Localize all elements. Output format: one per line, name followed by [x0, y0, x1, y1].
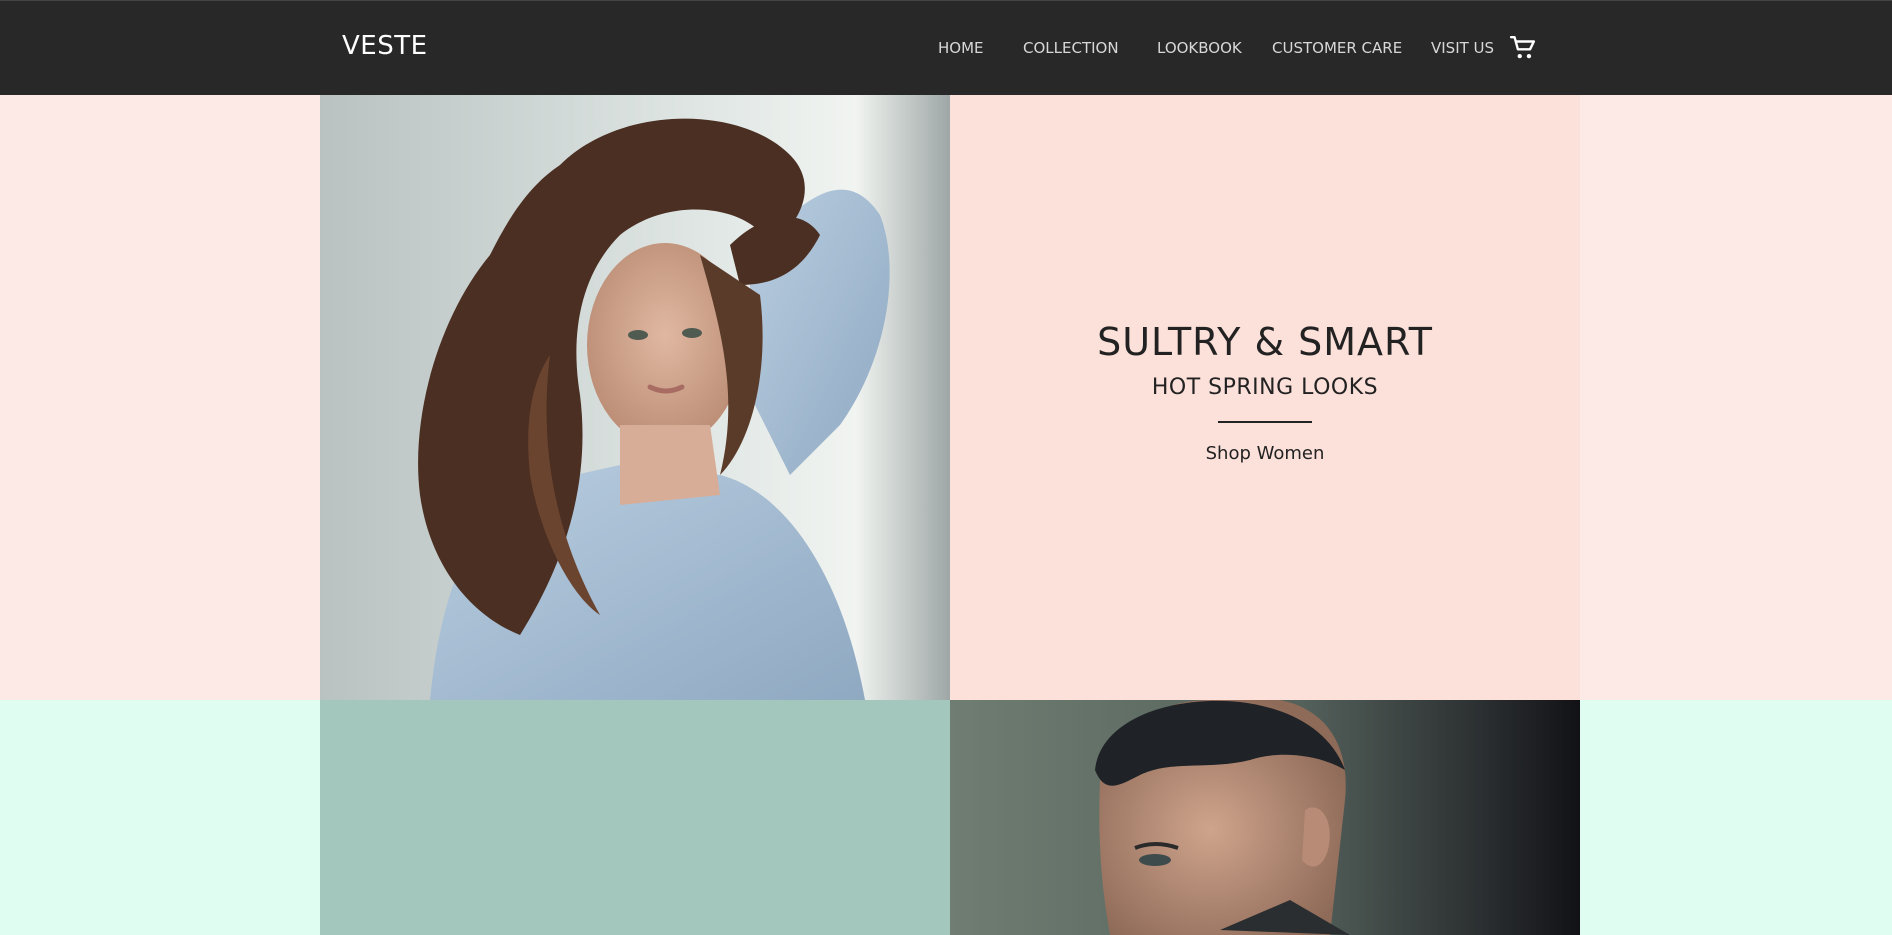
nav-home[interactable]: HOME [938, 39, 984, 57]
shopping-cart-icon[interactable] [1509, 35, 1536, 61]
promo-subtitle: HOT SPRING LOOKS [1151, 375, 1379, 400]
nav-customer-care[interactable]: CUSTOMER CARE [1272, 39, 1402, 57]
shop-women-link[interactable]: Shop Women [950, 443, 1580, 464]
nav-visit-us[interactable]: VISIT US [1431, 39, 1494, 57]
promo-title: SULTRY & SMART [1097, 320, 1433, 364]
nav-lookbook[interactable]: LOOKBOOK [1157, 39, 1242, 57]
site-header: VESTE HOME COLLECTION LOOKBOOK CUSTOMER … [0, 0, 1892, 95]
promo-divider [1218, 421, 1312, 423]
teal-promo-panel [320, 700, 950, 935]
promo-panel: SULTRY & SMART HOT SPRING LOOKS Shop Wom… [950, 95, 1580, 700]
site-logo[interactable]: VESTE [342, 31, 428, 61]
nav-collection[interactable]: COLLECTION [1023, 39, 1119, 57]
man-model-photo [950, 700, 1580, 935]
woman-model-photo [320, 95, 950, 700]
